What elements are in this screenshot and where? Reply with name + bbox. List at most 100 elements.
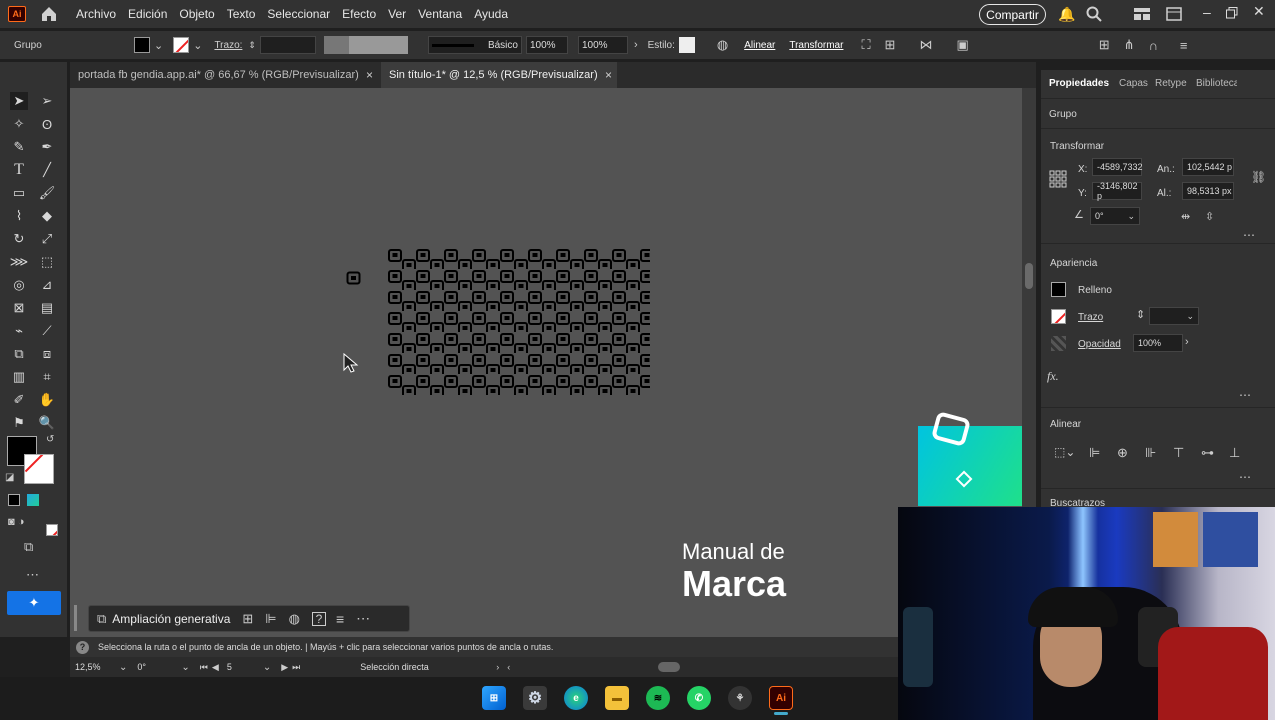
next-artboard-icon[interactable]: ▶ xyxy=(281,662,288,673)
lasso-icon[interactable]: ʘ xyxy=(38,115,56,133)
stroke-label[interactable]: Trazo xyxy=(1078,312,1103,323)
horizontal-scroll-thumb[interactable] xyxy=(658,662,681,672)
menu-texto[interactable]: Texto xyxy=(227,7,256,21)
single-pattern-tile[interactable] xyxy=(346,271,362,287)
symbol-sprayer-icon[interactable]: ⧈ xyxy=(38,345,56,363)
tab-capas[interactable]: Capas xyxy=(1119,78,1148,89)
align-bottom-icon[interactable]: ⊥ xyxy=(1229,445,1240,461)
flip-vertical-icon[interactable]: ⇳ xyxy=(1205,210,1214,223)
chevron-right-icon[interactable]: › xyxy=(634,39,638,51)
menu-archivo[interactable]: Archivo xyxy=(76,7,116,21)
measure-icon[interactable]: ⟋ xyxy=(38,322,56,340)
chevron-down-icon[interactable]: ⌄ xyxy=(181,662,189,673)
flip-horizontal-icon[interactable]: ⇹ xyxy=(1181,210,1190,223)
generative-expand-icon[interactable]: ⧉ xyxy=(97,611,106,627)
settings-gear-icon[interactable]: ⚙ xyxy=(523,686,547,710)
hand-tool-icon[interactable]: ✋ xyxy=(38,391,56,409)
menu-lines-icon[interactable]: ≡ xyxy=(336,611,344,627)
shaper-tool-icon[interactable]: ⌇ xyxy=(10,207,28,225)
help-icon[interactable]: ? xyxy=(311,611,326,626)
align-center-v-icon[interactable]: ⊶ xyxy=(1201,445,1214,461)
arrange-documents-icon[interactable] xyxy=(1134,8,1150,20)
chevron-down-icon[interactable]: ⌄ xyxy=(263,662,271,673)
scale-tool-icon[interactable]: ⤢ xyxy=(38,230,56,248)
zoom-level[interactable]: 12,5% xyxy=(75,662,119,672)
chevron-down-icon[interactable]: ⌄ xyxy=(154,39,163,52)
selection-tool-icon[interactable]: ➤ xyxy=(10,92,28,110)
menu-ventana[interactable]: Ventana xyxy=(418,7,462,21)
recolor-icon[interactable]: ◍ xyxy=(717,37,728,53)
shape-builder-icon[interactable]: ◎ xyxy=(10,276,28,294)
align-left-icon[interactable]: ⊫ xyxy=(1089,445,1100,461)
menu-edicion[interactable]: Edición xyxy=(128,7,167,21)
tab-sin-titulo[interactable]: Sin título-1* @ 12,5 % (RGB/Previsualiza… xyxy=(381,62,617,88)
width-tool-icon[interactable]: ⋙ xyxy=(10,253,29,271)
menu-seleccionar[interactable]: Seleccionar xyxy=(267,7,330,21)
restore-icon[interactable] xyxy=(1226,7,1238,19)
file-explorer-icon[interactable]: ▬ xyxy=(605,686,629,710)
stepper-icon[interactable]: ⇕ xyxy=(1136,308,1145,321)
variable-width-profile[interactable] xyxy=(323,36,408,54)
width-field[interactable]: 102,5442 p xyxy=(1182,158,1234,176)
tab-bibliotecas[interactable]: Bibliotecas xyxy=(1196,78,1237,89)
workspace-icon[interactable] xyxy=(1166,7,1182,21)
graphic-style-swatch[interactable] xyxy=(678,37,695,53)
rotate-view-icon[interactable]: ⚑ xyxy=(10,414,28,432)
pen-tool-icon[interactable]: ✎ xyxy=(10,138,28,156)
first-artboard-icon[interactable]: ⏮ xyxy=(200,662,208,673)
snap-icon[interactable]: ⋔ xyxy=(1124,37,1135,53)
previous-artboard-icon[interactable]: ◀ xyxy=(212,662,219,673)
draw-mode-icon[interactable]: ◙ ◑ xyxy=(8,516,24,528)
home-icon[interactable] xyxy=(40,5,58,23)
generative-ai-button[interactable]: ✦ xyxy=(7,591,61,615)
opacity-field[interactable]: 100% xyxy=(1133,334,1183,352)
align-center-h-icon[interactable]: ⊕ xyxy=(1117,445,1128,461)
arrange-icon[interactable]: ⊞ xyxy=(885,37,896,53)
tab-retype[interactable]: Retype xyxy=(1155,78,1187,89)
canvas[interactable]: Manual de Marca xyxy=(70,88,1022,637)
type-tool-icon[interactable]: T xyxy=(10,161,28,179)
appearance-fill-swatch[interactable] xyxy=(1051,282,1066,297)
rectangle-tool-icon[interactable]: ▭ xyxy=(10,184,28,202)
line-tool-icon[interactable]: ╱ xyxy=(38,161,56,179)
fill-swatch[interactable] xyxy=(134,37,150,53)
illustrator-taskbar-icon[interactable]: Ai xyxy=(769,686,793,710)
chevron-right-icon[interactable]: › xyxy=(1185,336,1189,348)
chevron-down-icon[interactable]: ⌄ xyxy=(1186,311,1194,322)
illustrator-logo[interactable]: Ai xyxy=(8,6,26,22)
app-notification-icon[interactable]: ⚘ xyxy=(728,686,752,710)
bell-icon[interactable]: 🔔 xyxy=(1058,6,1075,23)
spotify-icon[interactable]: ≋ xyxy=(646,686,670,710)
rotate-tool-icon[interactable]: ↻ xyxy=(10,230,28,248)
chevron-down-icon[interactable]: ⌄ xyxy=(119,662,127,673)
menu-efecto[interactable]: Efecto xyxy=(342,7,376,21)
tab-propiedades[interactable]: Propiedades xyxy=(1049,78,1109,89)
direct-selection-tool-icon[interactable]: ➢ xyxy=(38,92,56,110)
height-field[interactable]: 98,5313 px xyxy=(1182,182,1234,200)
search-icon[interactable] xyxy=(1086,6,1102,22)
stroke-color-box[interactable] xyxy=(24,454,54,484)
constrain-proportions-icon[interactable]: ⛓ xyxy=(1251,170,1266,184)
eraser-icon[interactable]: ◆ xyxy=(38,207,56,225)
slice-tool-icon[interactable]: ✐ xyxy=(10,391,28,409)
default-colors-icon[interactable]: ◪ xyxy=(5,472,14,483)
gradient-tool-icon[interactable]: ▤ xyxy=(38,299,56,317)
minimize-icon[interactable]: – xyxy=(1203,4,1211,20)
stepper-icon[interactable]: ⇕ xyxy=(248,40,256,51)
magic-wand-icon[interactable]: ✧ xyxy=(10,115,28,133)
opacity-label[interactable]: Opacidad xyxy=(1078,339,1121,350)
align-icon[interactable]: ⊫ xyxy=(265,611,276,627)
distribute-icon[interactable]: ⋈ xyxy=(919,37,932,53)
close-tab-icon[interactable]: × xyxy=(366,68,373,82)
close-tab-icon[interactable]: × xyxy=(605,68,612,82)
artboard-number[interactable]: 5 xyxy=(227,662,263,672)
generative-expand-button[interactable]: Ampliación generativa xyxy=(112,612,230,626)
align-top-icon[interactable]: ⊤ xyxy=(1173,445,1184,461)
windows-start-icon[interactable]: ⊞ xyxy=(482,686,506,710)
arrange-icon[interactable]: ⊞ xyxy=(242,611,253,627)
stroke-weight-field[interactable]: ⌄ xyxy=(1149,307,1199,325)
x-field[interactable]: -4589,7332 xyxy=(1092,158,1143,176)
swap-colors-icon[interactable]: ↺ xyxy=(46,434,54,445)
chevron-left-icon[interactable]: ‹ xyxy=(507,662,510,672)
graph-tool-icon[interactable]: ▥ xyxy=(10,368,28,386)
